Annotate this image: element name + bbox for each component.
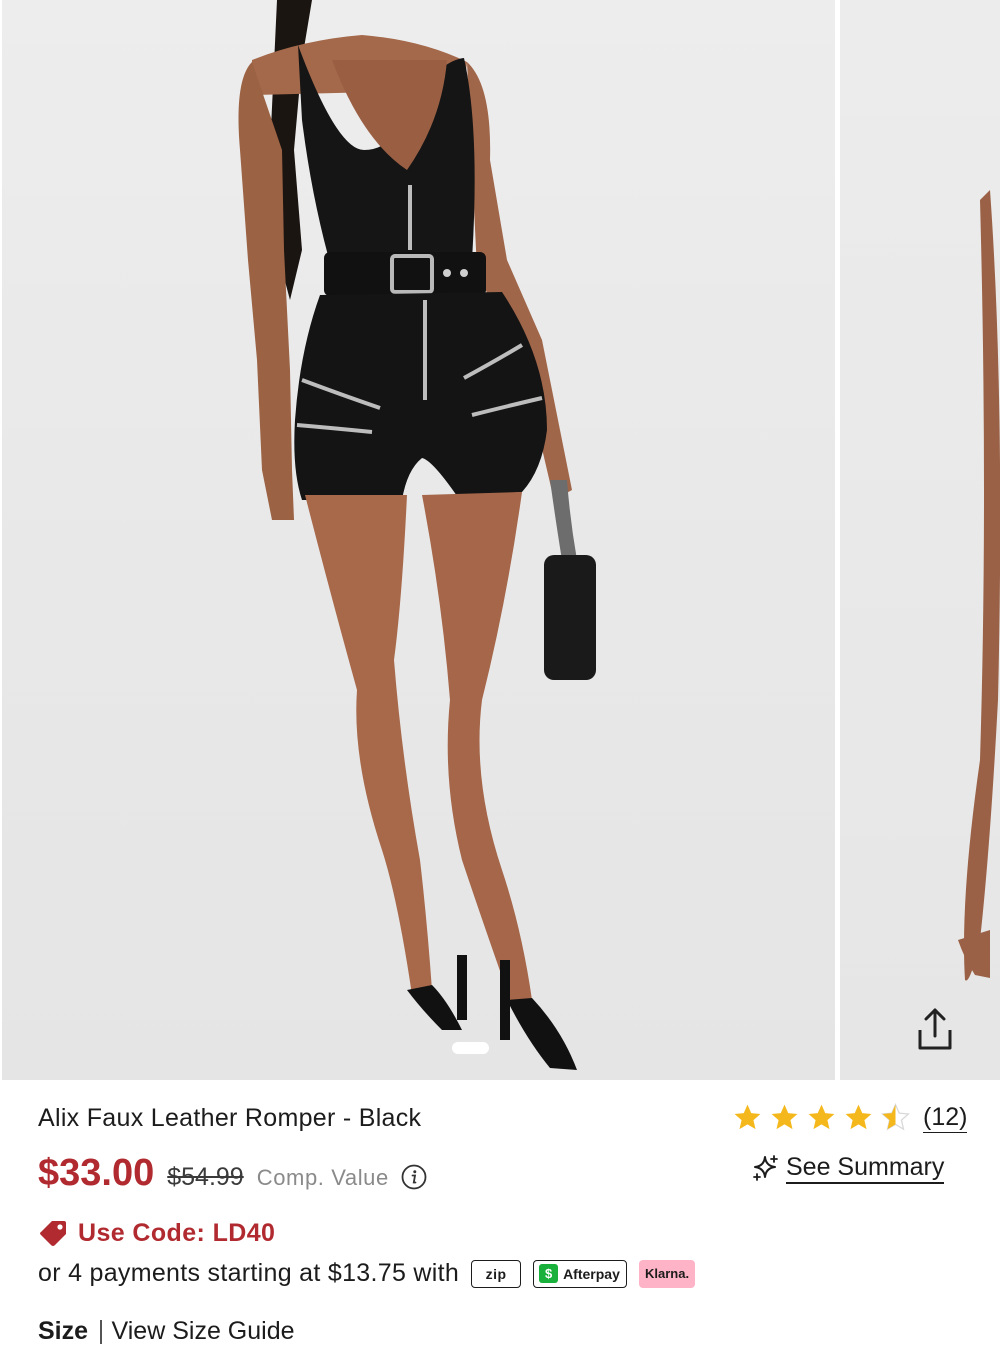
info-icon[interactable] (401, 1164, 427, 1190)
afterpay-badge[interactable]: $ Afterpay (533, 1259, 628, 1288)
see-summary-label: See Summary (786, 1152, 945, 1184)
promo-code-row: Use Code: LD40 (38, 1218, 275, 1248)
model-photo-next (958, 190, 1000, 981)
price-tag-icon (40, 1221, 66, 1246)
zip-badge[interactable]: zip (471, 1259, 522, 1288)
rating-stars (732, 1102, 911, 1133)
sparkle-icon (753, 1155, 778, 1181)
product-image-gallery[interactable] (0, 0, 1000, 1082)
size-row: Size View Size Guide (38, 1317, 295, 1346)
carousel-pager-dot[interactable] (452, 1042, 489, 1054)
promo-code-text: Use Code: LD40 (78, 1218, 276, 1247)
klarna-badge[interactable]: Klarna. (639, 1259, 696, 1288)
see-summary-link[interactable]: See Summary (752, 1152, 945, 1184)
star-filled-icon (771, 1104, 798, 1130)
product-image-main[interactable] (2, 0, 835, 1080)
price-row: $33.00 $54.99 Comp. Value (38, 1152, 427, 1195)
size-divider (100, 1319, 102, 1344)
share-button[interactable] (905, 1000, 965, 1058)
comp-value-label: Comp. Value (256, 1165, 389, 1190)
afterpay-dollar-icon: $ (539, 1264, 559, 1283)
share-icon (918, 1008, 952, 1050)
original-price: $54.99 (167, 1163, 244, 1191)
afterpay-label: Afterpay (563, 1265, 620, 1282)
star-filled-icon (845, 1104, 872, 1130)
rating-summary[interactable]: (12) (732, 1102, 968, 1133)
star-filled-icon (808, 1104, 835, 1130)
star-half-icon (881, 1102, 910, 1131)
review-count-link[interactable]: (12) (923, 1102, 968, 1133)
star-filled-icon (734, 1104, 761, 1130)
size-guide-link[interactable]: View Size Guide (112, 1317, 295, 1346)
size-label: Size (38, 1317, 89, 1345)
product-image-next-peek[interactable] (840, 0, 1000, 1080)
installments-text: or 4 payments starting at $13.75 with (38, 1259, 460, 1287)
installments-row: or 4 payments starting at $13.75 with zi… (38, 1259, 696, 1288)
product-title: Alix Faux Leather Romper - Black (38, 1104, 422, 1132)
sale-price: $33.00 (38, 1152, 155, 1194)
model-photo (238, 0, 596, 1070)
